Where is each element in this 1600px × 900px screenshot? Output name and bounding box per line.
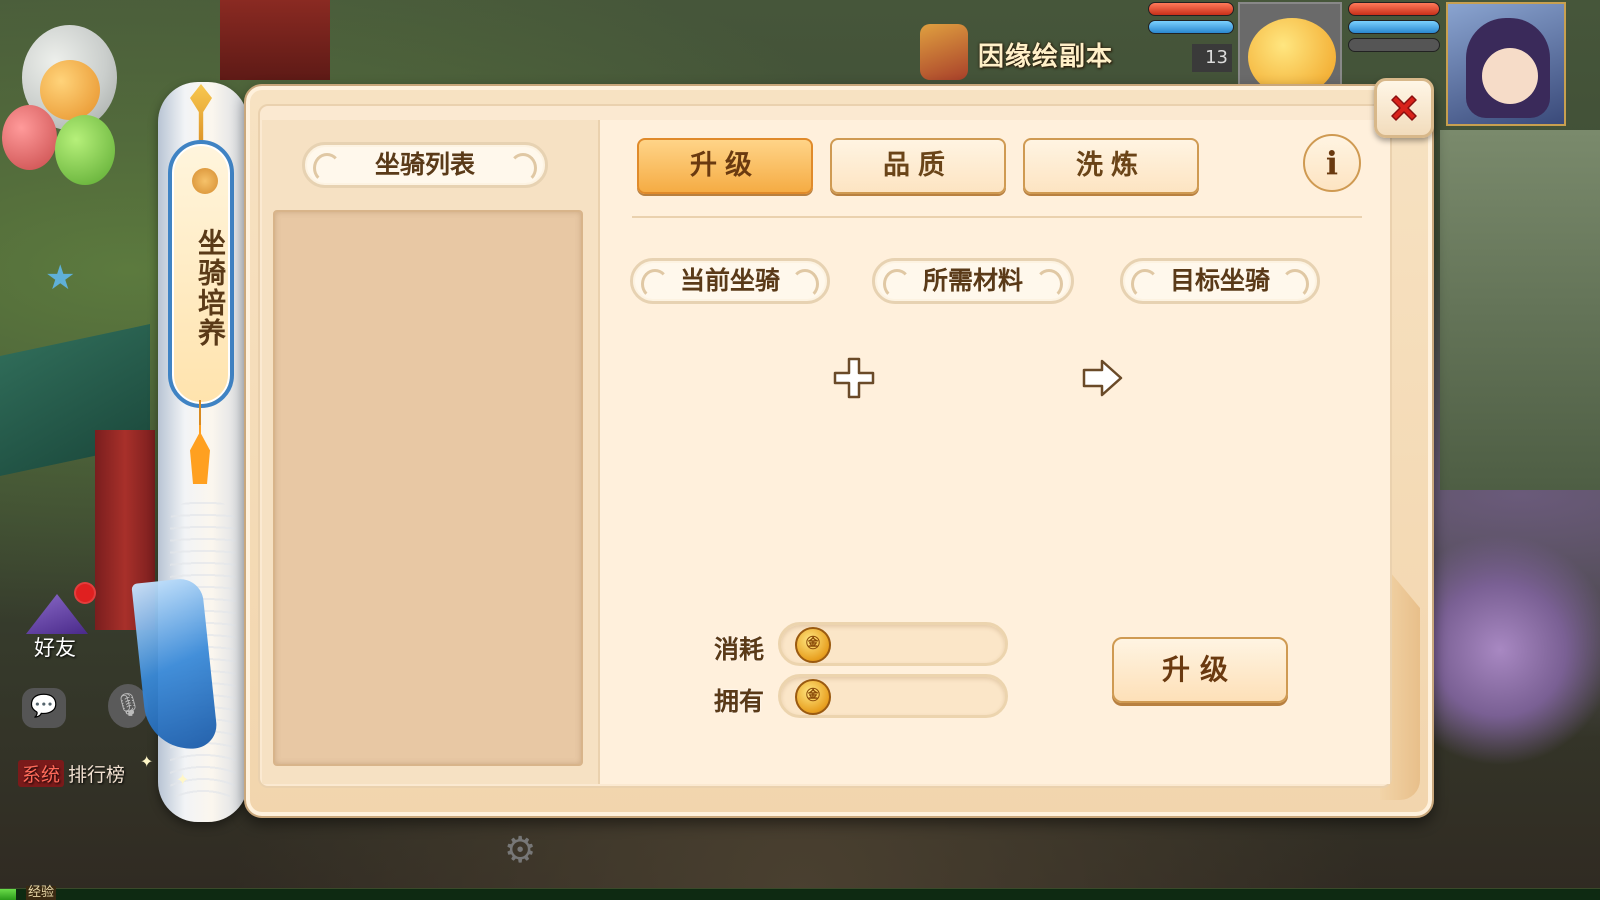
close-icon (1391, 95, 1417, 121)
tab-quality[interactable]: 品质 (830, 138, 1006, 194)
experience-bar: 经验 (0, 885, 1600, 900)
balloon-icon (40, 60, 100, 120)
event-title[interactable]: 因缘绘副本 (978, 36, 1113, 73)
owned-label: 拥有 (714, 687, 765, 716)
side-tab-label: 坐骑培养 (194, 228, 227, 348)
experience-label: 经验 (26, 885, 57, 900)
tab-upgrade[interactable]: 升级 (637, 138, 813, 194)
event-scroll-icon[interactable] (920, 24, 968, 80)
current-mount-label: 当前坐骑 (630, 258, 830, 304)
cloud-emblem-icon (192, 168, 218, 194)
pet-avatar[interactable] (1238, 2, 1342, 96)
player-anger-bar (1348, 38, 1440, 52)
chat-channel-tag: 系统 (18, 760, 65, 787)
pet-status-bars (1148, 2, 1234, 38)
friends-label[interactable]: 好友 (34, 632, 76, 662)
chat-message[interactable]: 系统 排行榜 (18, 760, 125, 787)
player-hp-bar (1348, 2, 1440, 16)
settings-gear-icon[interactable]: ⚙ (504, 830, 536, 871)
sparkle-icon: ✦ (140, 752, 154, 771)
required-materials-label: 所需材料 (872, 258, 1074, 304)
info-icon: i (1325, 144, 1339, 182)
balloon-icon (2, 105, 57, 170)
divider (632, 216, 1362, 218)
mp-bar (1148, 20, 1234, 34)
target-mount-label: 目标坐骑 (1120, 258, 1320, 304)
notification-dot (74, 582, 96, 604)
experience-ticks (0, 889, 1600, 900)
sparkle-icon: ✦ (176, 770, 190, 789)
mount-list[interactable] (273, 210, 583, 766)
player-mp-bar (1348, 20, 1440, 34)
star-icon: ★ (45, 258, 76, 298)
chat-icon[interactable]: 💬 (22, 688, 66, 728)
plus-icon (833, 357, 875, 399)
balloon-icon (55, 115, 115, 185)
consume-label: 消耗 (714, 635, 765, 664)
hp-bar (1148, 2, 1234, 16)
scene-building (1440, 130, 1600, 490)
scene-pavilion (220, 0, 330, 80)
gold-coin-icon: ㊎ (795, 679, 831, 715)
player-status-bars (1348, 2, 1440, 56)
consume-field: ㊎ (778, 622, 1008, 666)
gold-coin-icon: ㊎ (795, 627, 831, 663)
side-tab-mount-training[interactable]: 坐骑培养 (168, 140, 234, 408)
arrow-right-icon (1082, 359, 1123, 397)
info-button[interactable]: i (1303, 134, 1361, 192)
player-level: 13 (1192, 44, 1232, 72)
tab-refine[interactable]: 洗炼 (1023, 138, 1199, 194)
upgrade-button[interactable]: 升级 (1112, 637, 1288, 703)
player-avatar[interactable] (1446, 2, 1566, 126)
close-button[interactable] (1374, 78, 1434, 138)
chat-text: 排行榜 (68, 764, 126, 786)
hero-face (1482, 48, 1538, 104)
mount-list-title: 坐骑列表 (302, 142, 548, 188)
owned-field: ㊎ (778, 674, 1008, 718)
